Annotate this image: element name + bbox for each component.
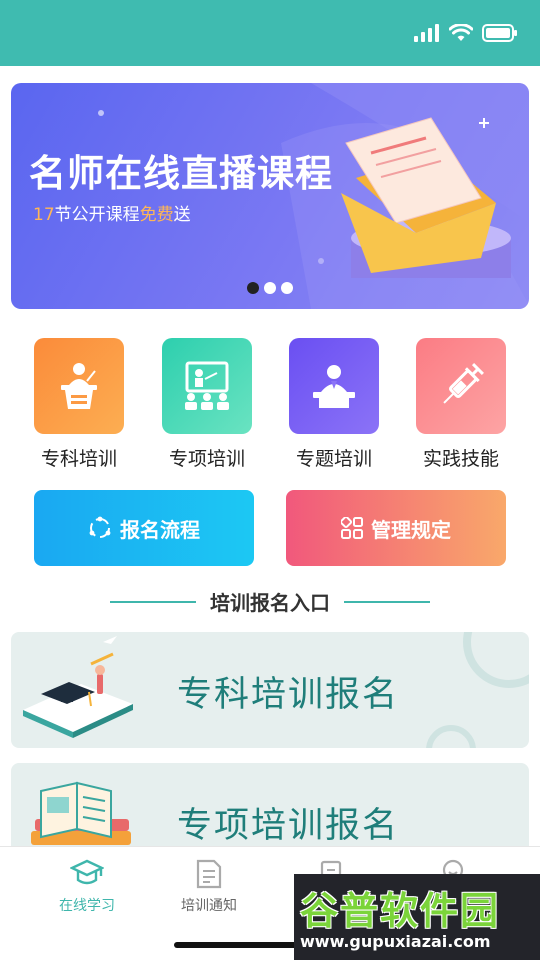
watermark-logo: 谷普软件园 www.gupuxiazai.com [294, 874, 540, 960]
management-rules-button[interactable]: 管理规定 [286, 490, 506, 566]
category-label: 专题培训 [295, 448, 372, 470]
category-tile[interactable] [289, 338, 379, 434]
graduation-cap-icon [70, 859, 104, 885]
special-item-signup-label: 专项培训报名 [177, 806, 400, 846]
banner-subtitle-number: 17 [33, 205, 55, 225]
section-divider [110, 600, 196, 603]
category-grid: 专科培训 专项培训 专题培训 实践技能 [0, 338, 540, 478]
section-header: 培训报名入口 [0, 587, 540, 616]
lecturer-podium-icon [61, 363, 97, 409]
banner-dot[interactable] [264, 282, 276, 294]
signup-process-label: 报名流程 [120, 517, 200, 542]
wifi-icon [449, 24, 473, 41]
management-rules-label: 管理规定 [371, 517, 451, 542]
section-title: 培训报名入口 [210, 591, 330, 615]
banner-subtitle-free: 免费 [139, 205, 174, 225]
tab-online-learning[interactable]: 在线学习 [32, 855, 142, 915]
watermark-url: www.gupuxiazai.com [300, 932, 491, 951]
tab-training-notice[interactable]: 培训通知 [154, 855, 264, 915]
promo-banner[interactable]: 名师在线直播课程 17节公开课程免费送 [11, 83, 529, 309]
banner-pagination [247, 282, 293, 294]
category-tile[interactable] [162, 338, 252, 434]
banner-subtitle-end: 送 [173, 205, 191, 225]
tab-label: 在线学习 [59, 898, 115, 914]
category-tile[interactable] [34, 338, 124, 434]
specialty-signup-label: 专科培训报名 [177, 675, 400, 715]
status-icons [414, 24, 518, 42]
signup-process-button[interactable]: 报名流程 [34, 490, 254, 566]
watermark-title: 谷普软件园 [300, 889, 501, 933]
category-label: 实践技能 [422, 448, 499, 470]
process-cycle-icon [89, 516, 111, 538]
speaker-desk-icon [313, 365, 355, 408]
category-special-item-training[interactable]: 专项培训 [154, 338, 260, 471]
category-practical-skills[interactable]: 实践技能 [408, 338, 514, 471]
grid-apps-icon [341, 517, 363, 539]
classroom-board-icon [185, 361, 229, 410]
category-specialty-training[interactable]: 专科培训 [26, 338, 132, 471]
category-label: 专项培训 [168, 448, 245, 470]
category-label: 专科培训 [40, 448, 117, 470]
signal-bars-icon [414, 24, 439, 42]
status-bar [0, 0, 540, 66]
syringe-icon [443, 363, 484, 404]
category-topic-training[interactable]: 专题培训 [281, 338, 387, 471]
banner-dot[interactable] [281, 282, 293, 294]
banner-dot[interactable] [247, 282, 259, 294]
notice-doc-icon [196, 859, 222, 889]
section-divider [344, 600, 430, 603]
tab-label: 培训通知 [181, 898, 237, 914]
home-page: 名师在线直播课程 17节公开课程免费送 专科培训 专项培训 专题培训 实践技能 … [0, 66, 540, 846]
battery-icon [482, 24, 517, 42]
special-item-signup-card[interactable]: 专项培训报名 [11, 763, 529, 846]
banner-title: 名师在线直播课程 [29, 152, 333, 195]
banner-subtitle: 17节公开课程免费送 [33, 200, 191, 225]
category-tile[interactable] [416, 338, 506, 434]
banner-subtitle-mid: 节公开课程 [54, 205, 140, 225]
specialty-signup-card[interactable]: 专科培训报名 [11, 632, 529, 748]
